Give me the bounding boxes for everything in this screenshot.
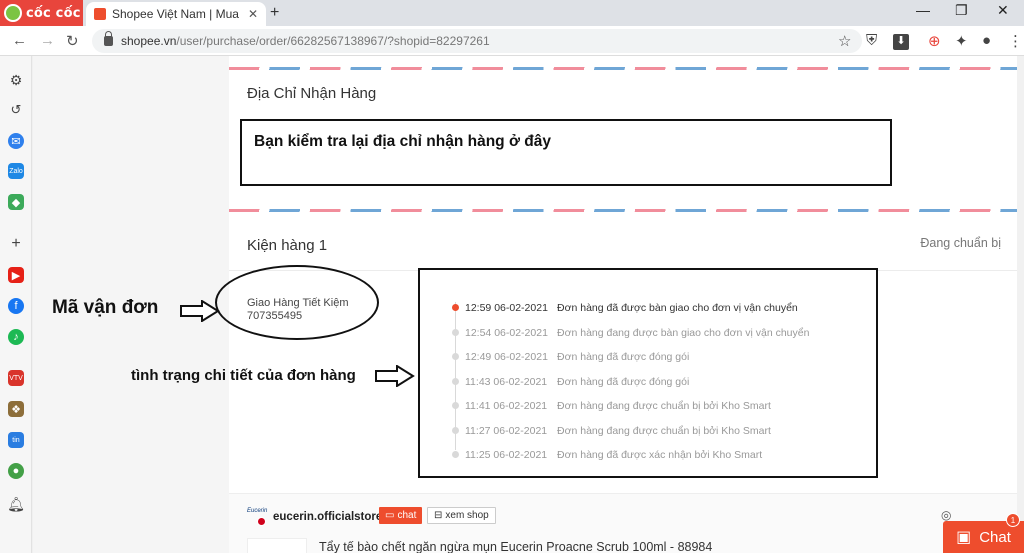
timeline-item: 11:43 06-02-2021 Đơn hàng đã được đóng g…: [449, 370, 869, 395]
restore-button[interactable]: ❐: [955, 2, 968, 19]
bell-icon[interactable]: 🔔︎: [7, 496, 25, 512]
timeline-time: 11:25 06-02-2021: [465, 449, 548, 462]
bookmark-star-icon[interactable]: ☆: [838, 32, 851, 50]
puzzle-icon[interactable]: ✦: [955, 32, 968, 50]
add-icon[interactable]: +: [8, 235, 24, 252]
timeline-dot-icon: [452, 353, 459, 360]
address-callout-box: Bạn kiểm tra lại địa chỉ nhận hàng ở đây: [240, 119, 892, 186]
view-shop-button[interactable]: ⊟ xem shop: [427, 507, 496, 524]
timeline-desc: Đơn hàng đã được đóng gói: [557, 351, 690, 364]
chat-widget-label: Chat: [979, 528, 1011, 546]
game-icon[interactable]: ◆: [8, 194, 24, 210]
extension-icon[interactable]: ⊕: [928, 32, 941, 50]
shipping-timeline: 12:59 06-02-2021 Đơn hàng đã được bàn gi…: [449, 296, 869, 468]
music-icon[interactable]: ♪: [8, 329, 24, 345]
timeline-time: 12:49 06-02-2021: [465, 351, 548, 364]
timeline-desc: Đơn hàng đã được đóng gói: [557, 375, 690, 388]
product-name[interactable]: Tẩy tế bào chết ngăn ngừa mụn Eucerin Pr…: [319, 540, 712, 553]
help-icon[interactable]: ◎: [941, 508, 951, 522]
close-window-button[interactable]: ✕: [997, 2, 1009, 19]
timeline-time: 11:27 06-02-2021: [465, 424, 548, 437]
history-icon[interactable]: ↺: [8, 102, 24, 118]
timeline-desc: Đơn hàng đang được bàn giao cho đơn vị v…: [557, 326, 810, 339]
lock-icon[interactable]: [104, 31, 113, 46]
messenger-icon[interactable]: ✉: [8, 133, 24, 149]
timeline-item: 12:54 06-02-2021 Đơn hàng đang được bàn …: [449, 321, 869, 346]
back-button[interactable]: ←: [12, 32, 27, 49]
settings-icon[interactable]: ⚙: [8, 72, 24, 88]
package-status: Đang chuẩn bị: [920, 236, 1001, 250]
chat-shop-button[interactable]: ▭ chat: [379, 507, 423, 524]
timeline-item: 11:25 06-02-2021 Đơn hàng đã được xác nh…: [449, 443, 869, 468]
timeline-dot-icon: [452, 402, 459, 409]
airmail-border: [229, 67, 1019, 70]
timeline-item: 11:41 06-02-2021 Đơn hàng đang được chuẩ…: [449, 394, 869, 419]
timeline-time: 12:54 06-02-2021: [465, 326, 548, 339]
news-icon[interactable]: tin: [8, 432, 24, 448]
timeline-time: 11:41 06-02-2021: [465, 400, 548, 413]
sidebar: ⚙ ↺ ✉ Zalo ◆ + ▶ f ♪ VTV ❖ tin ● 🔔︎: [0, 56, 32, 553]
timeline-item: 12:49 06-02-2021 Đơn hàng đã được đóng g…: [449, 345, 869, 370]
address-bar[interactable]: shopee.vn/user/purchase/order/6628256713…: [92, 29, 862, 53]
chat-unread-badge: 1: [1006, 513, 1020, 527]
airmail-border: [229, 209, 1019, 212]
chat-widget-button[interactable]: ▣ Chat 1: [943, 513, 1024, 553]
app-icon[interactable]: ❖: [8, 401, 24, 417]
order-card: Địa Chỉ Nhận Hàng Bạn kiểm tra lại địa c…: [215, 56, 1019, 553]
shop-row: Eucerin eucerin.officialstore ▭ chat ⊟ xem…: [229, 493, 1019, 553]
timeline-desc: Đơn hàng đang được chuẩn bị bởi Kho Smar…: [557, 424, 771, 437]
facebook-icon[interactable]: f: [8, 298, 24, 314]
map-icon[interactable]: ●: [8, 463, 24, 479]
youtube-icon[interactable]: ▶: [8, 267, 24, 283]
official-badge-icon: [257, 517, 266, 526]
timeline-desc: Đơn hàng đã được bàn giao cho đơn vị vận…: [557, 302, 798, 315]
menu-dots-icon[interactable]: ⋮: [1008, 32, 1023, 50]
download-icon[interactable]: ⬇: [893, 34, 909, 50]
profile-icon[interactable]: ●: [982, 32, 991, 49]
shop-icon: ⊟: [434, 510, 443, 521]
vtv-icon[interactable]: VTV: [8, 370, 24, 386]
reload-button[interactable]: ↻: [66, 32, 79, 50]
page-scrollbar[interactable]: [1017, 56, 1024, 553]
timeline-desc: Đơn hàng đang được chuẩn bị bởi Kho Smar…: [557, 400, 771, 413]
tab-title: Shopee Việt Nam | Mua và Bá: [112, 7, 242, 21]
timeline-dot-icon: [452, 377, 459, 385]
timeline-item: 11:27 06-02-2021 Đơn hàng đang được chuẩ…: [449, 419, 869, 444]
chat-icon: ▭: [385, 510, 395, 521]
timeline-dot-icon: [452, 304, 459, 311]
chat-bubble-icon: ▣: [956, 529, 972, 546]
new-tab-button[interactable]: +: [270, 4, 279, 22]
url-text: shopee.vn/user/purchase/order/6628256713…: [121, 34, 490, 48]
browser-tab-shopee[interactable]: Shopee Việt Nam | Mua và Bá ✕: [86, 2, 266, 26]
arrow-right-icon: [180, 300, 220, 322]
forward-button[interactable]: →: [40, 32, 55, 49]
brand-name: cốc cốc: [26, 5, 81, 21]
shopee-favicon-icon: [94, 8, 106, 20]
address-title: Địa Chỉ Nhận Hàng: [247, 85, 377, 102]
minimize-button[interactable]: —: [916, 2, 930, 18]
timeline-dot-icon: [452, 451, 459, 458]
detail-annotation-label: tình trạng chi tiết của đơn hàng: [131, 367, 356, 384]
timeline-desc: Đơn hàng đã được xác nhận bởi Kho Smart: [557, 449, 763, 462]
timeline-dot-icon: [452, 426, 459, 434]
timeline-item: 12:59 06-02-2021 Đơn hàng đã được bàn gi…: [449, 296, 869, 321]
zalo-icon[interactable]: Zalo: [8, 163, 24, 179]
page: Địa Chỉ Nhận Hàng Bạn kiểm tra lại địa c…: [33, 56, 1024, 553]
coccoc-menu-button[interactable]: cốc cốc: [0, 0, 83, 26]
tracking-annotation-label: Mã vận đơn: [52, 297, 159, 318]
close-tab-icon[interactable]: ✕: [248, 7, 258, 21]
tracking-highlight-ellipse: [215, 265, 379, 340]
coccoc-logo-icon: [4, 4, 22, 22]
shop-name[interactable]: eucerin.officialstore: [273, 511, 382, 523]
toolbar: ← → ↻ shopee.vn/user/purchase/order/6628…: [0, 26, 1024, 56]
address-callout-text: Bạn kiểm tra lại địa chỉ nhận hàng ở đây: [254, 133, 551, 150]
tab-bar: cốc cốc Shopee Việt Nam | Mua và Bá ✕ + …: [0, 0, 1024, 26]
product-image[interactable]: [247, 538, 307, 553]
timeline-dot-icon: [452, 328, 459, 336]
timeline-time: 12:59 06-02-2021: [465, 302, 548, 315]
shield-icon[interactable]: ⛨: [866, 32, 877, 49]
timeline-time: 11:43 06-02-2021: [465, 375, 548, 388]
arrow-right-icon: [375, 365, 415, 387]
package-title: Kiện hàng 1: [247, 237, 328, 254]
